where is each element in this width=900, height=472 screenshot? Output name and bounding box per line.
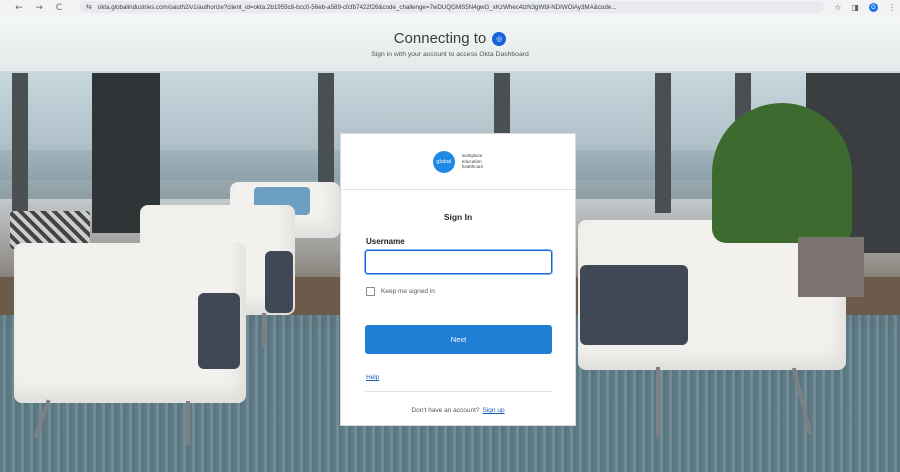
profile-avatar-icon[interactable]: G (869, 3, 878, 12)
keep-signed-in-label[interactable]: Keep me signed in (381, 288, 435, 295)
sofa-leg (656, 367, 660, 437)
okta-logo-icon: ◎ (492, 31, 507, 46)
window-mullion (12, 73, 28, 213)
divider (365, 391, 552, 392)
logo-word: healthcare (461, 164, 484, 170)
menu-kebab-icon[interactable]: ⋮ (888, 3, 896, 12)
front-armchair-cushion (198, 293, 240, 369)
signup-row: Don't have an account? Sign up (341, 407, 575, 414)
forward-icon[interactable]: → (32, 0, 46, 15)
back-icon[interactable]: ← (12, 0, 26, 15)
address-bar[interactable]: ⇆ okta.globalindustries.com/oauth2/v1/au… (80, 1, 824, 13)
logo-tagline: workplace education healthcare (462, 153, 483, 169)
next-button[interactable]: Next (365, 325, 552, 354)
chair-leg (262, 313, 266, 347)
username-input[interactable] (365, 250, 552, 274)
sign-in-title: Sign In (443, 212, 473, 222)
help-link[interactable]: Help (366, 374, 379, 381)
planter (798, 237, 864, 297)
signup-prompt: Don't have an account? (411, 407, 480, 414)
window-mullion (655, 73, 671, 213)
site-info-icon[interactable]: ⇆ (86, 3, 92, 11)
connecting-title: Connecting to ◎ (394, 30, 507, 47)
org-logo: global workplace education healthcare (341, 134, 575, 190)
bookmark-star-icon[interactable]: ☆ (834, 3, 841, 12)
browser-toolbar: ← → C ⇆ okta.globalindustries.com/oauth2… (0, 0, 900, 15)
keep-signed-in[interactable]: Keep me signed in (366, 287, 435, 296)
extensions-icon[interactable]: ◨ (851, 3, 859, 12)
address-url[interactable]: okta.globalindustries.com/oauth2/v1/auth… (98, 4, 617, 11)
chair-leg (186, 401, 190, 445)
sofa-cushion (580, 265, 688, 345)
keep-signed-in-checkbox[interactable] (366, 287, 375, 296)
snake-plant (712, 103, 852, 243)
username-label: Username (366, 237, 405, 246)
sign-in-card: global workplace education healthcare Si… (340, 133, 576, 426)
signup-link[interactable]: Sign up (483, 407, 505, 414)
connecting-title-text: Connecting to (393, 30, 487, 47)
global-logo-icon: global (432, 150, 455, 173)
armchair-cushion (265, 251, 293, 313)
reload-icon[interactable]: C (52, 0, 66, 15)
connecting-subtitle: Sign in with your account to access Okta… (371, 51, 529, 58)
connecting-header: Connecting to ◎ Sign in with your accoun… (340, 30, 560, 58)
